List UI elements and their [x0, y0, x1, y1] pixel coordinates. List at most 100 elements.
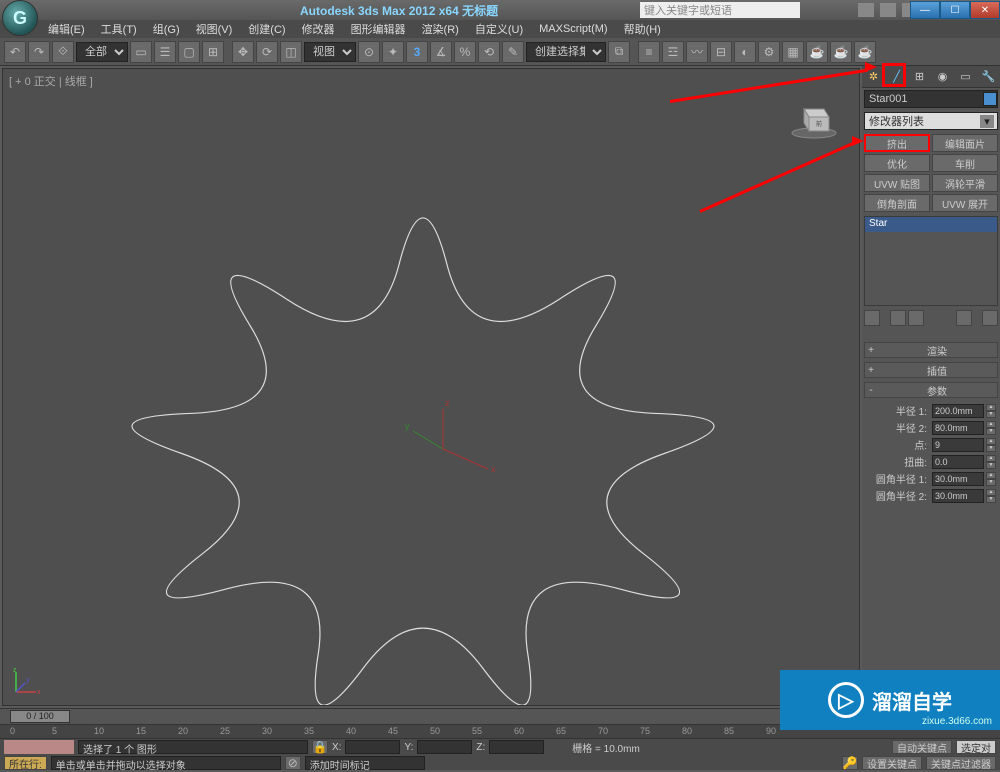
- key-filters-button[interactable]: 关键点过滤器: [926, 756, 996, 770]
- undo-button[interactable]: ↶: [4, 41, 26, 63]
- redo-button[interactable]: ↷: [28, 41, 50, 63]
- object-name-field[interactable]: Star001: [864, 90, 998, 108]
- spinner-snap-button[interactable]: ⟲: [478, 41, 500, 63]
- coord-z-field[interactable]: [489, 740, 544, 754]
- utilities-tab-icon[interactable]: 🔧: [980, 68, 998, 86]
- render-frame-button[interactable]: ▦: [782, 41, 804, 63]
- pivot-button[interactable]: ⊙: [358, 41, 380, 63]
- make-unique-button[interactable]: [908, 310, 924, 326]
- scale-button[interactable]: ◫: [280, 41, 302, 63]
- fillet2-spinner[interactable]: 30.0mm: [932, 489, 984, 503]
- maximize-button[interactable]: ☐: [940, 1, 970, 19]
- display-tab-icon[interactable]: ▭: [957, 68, 975, 86]
- menu-view[interactable]: 视图(V): [188, 21, 241, 37]
- twist-spinner[interactable]: 0.0: [932, 455, 984, 469]
- rollout-render[interactable]: +渲染: [864, 342, 998, 358]
- schematic-button[interactable]: ⊟: [710, 41, 732, 63]
- twist-spinbuttons[interactable]: ▲▼: [986, 455, 996, 469]
- manip-button[interactable]: ✦: [382, 41, 404, 63]
- bevel-profile-button[interactable]: 倒角剖面: [864, 194, 930, 212]
- radius2-spinbuttons[interactable]: ▲▼: [986, 421, 996, 435]
- uvw-map-button[interactable]: UVW 贴图: [864, 174, 930, 192]
- hierarchy-tab-icon[interactable]: ⊞: [911, 68, 929, 86]
- fillet2-spinbuttons[interactable]: ▲▼: [986, 489, 996, 503]
- track-color-swatch[interactable]: [4, 740, 74, 754]
- refcoord-dropdown[interactable]: 视图: [304, 42, 356, 62]
- rotate-button[interactable]: ⟳: [256, 41, 278, 63]
- add-time-tag[interactable]: 添加时间标记: [305, 756, 425, 770]
- menu-help[interactable]: 帮助(H): [616, 21, 669, 37]
- turbosmooth-button[interactable]: 涡轮平滑: [932, 174, 998, 192]
- star-icon[interactable]: [880, 3, 896, 17]
- snap-button[interactable]: 3: [406, 41, 428, 63]
- key-icon[interactable]: 🔑: [842, 756, 858, 770]
- angle-snap-button[interactable]: ∡: [430, 41, 452, 63]
- selected-button[interactable]: 选定对: [956, 740, 996, 754]
- rollout-params[interactable]: -参数: [864, 382, 998, 398]
- modifier-stack[interactable]: Star: [864, 216, 998, 306]
- auto-key-button[interactable]: 自动关键点: [892, 740, 952, 754]
- extrude-button[interactable]: 挤出: [864, 134, 930, 152]
- fillet1-spinner[interactable]: 30.0mm: [932, 472, 984, 486]
- object-color-swatch[interactable]: [983, 92, 997, 106]
- menu-render[interactable]: 渲染(R): [414, 21, 467, 37]
- minimize-button[interactable]: —: [910, 1, 940, 19]
- link-button[interactable]: ⟐: [52, 41, 74, 63]
- menu-grapheditors[interactable]: 图形编辑器: [343, 21, 414, 37]
- viewcube-icon[interactable]: 前: [789, 99, 839, 139]
- motion-tab-icon[interactable]: ◉: [934, 68, 952, 86]
- material-editor-button[interactable]: ◐: [734, 41, 756, 63]
- render-setup-button[interactable]: ⚙: [758, 41, 780, 63]
- points-spinbuttons[interactable]: ▲▼: [986, 438, 996, 452]
- radius1-spinbuttons[interactable]: ▲▼: [986, 404, 996, 418]
- radius1-spinner[interactable]: 200.0mm: [932, 404, 984, 418]
- show-end-result-button[interactable]: [890, 310, 906, 326]
- selection-filter[interactable]: 全部: [76, 42, 128, 62]
- viewport[interactable]: [ + 0 正交 | 线框 ] 前 x y z x: [2, 68, 860, 706]
- rollout-interp[interactable]: +插值: [864, 362, 998, 378]
- select-rect-button[interactable]: ▢: [178, 41, 200, 63]
- lock-icon[interactable]: 🔒: [312, 740, 328, 754]
- uvw-unwrap-button[interactable]: UVW 展开: [932, 194, 998, 212]
- menu-modifiers[interactable]: 修改器: [294, 21, 343, 37]
- curve-editor-button[interactable]: 〰: [686, 41, 708, 63]
- menu-tools[interactable]: 工具(T): [93, 21, 145, 37]
- render-iter-button[interactable]: ☕: [854, 41, 876, 63]
- select-button[interactable]: ▭: [130, 41, 152, 63]
- isolate-icon[interactable]: ⊘: [285, 756, 301, 770]
- menu-edit[interactable]: 编辑(E): [40, 21, 93, 37]
- points-spinner[interactable]: 9: [932, 438, 984, 452]
- named-sel-dropdown[interactable]: 创建选择集: [526, 42, 606, 62]
- menu-customize[interactable]: 自定义(U): [467, 21, 531, 37]
- lathe-button[interactable]: 车削: [932, 154, 998, 172]
- coord-x-field[interactable]: [345, 740, 400, 754]
- align-button[interactable]: ≡: [638, 41, 660, 63]
- render-button[interactable]: ☕: [806, 41, 828, 63]
- edit-patch-button[interactable]: 编辑面片: [932, 134, 998, 152]
- set-key-button[interactable]: 设置关键点: [862, 756, 922, 770]
- mirror-button[interactable]: ⧉: [608, 41, 630, 63]
- menu-create[interactable]: 创建(C): [240, 21, 293, 37]
- edit-named-sel-button[interactable]: ✎: [502, 41, 524, 63]
- percent-snap-button[interactable]: %: [454, 41, 476, 63]
- time-slider-handle[interactable]: 0 / 100: [10, 710, 70, 723]
- window-crossing-button[interactable]: ⊞: [202, 41, 224, 63]
- close-button[interactable]: ✕: [970, 1, 1000, 19]
- maxscript-mini-button[interactable]: 所在行:: [4, 756, 47, 770]
- menu-maxscript[interactable]: MAXScript(M): [531, 23, 615, 35]
- render-prod-button[interactable]: ☕: [830, 41, 852, 63]
- menu-group[interactable]: 组(G): [145, 21, 188, 37]
- coord-y-field[interactable]: [417, 740, 472, 754]
- radius2-spinner[interactable]: 80.0mm: [932, 421, 984, 435]
- configure-sets-button[interactable]: [982, 310, 998, 326]
- remove-modifier-button[interactable]: [956, 310, 972, 326]
- viewport-label[interactable]: [ + 0 正交 | 线框 ]: [9, 73, 93, 89]
- layers-button[interactable]: ☲: [662, 41, 684, 63]
- stack-item-star[interactable]: Star: [865, 217, 997, 232]
- pin-stack-button[interactable]: [864, 310, 880, 326]
- move-button[interactable]: ✥: [232, 41, 254, 63]
- search-input[interactable]: 键入关键字或短语: [640, 2, 800, 18]
- optimize-button[interactable]: 优化: [864, 154, 930, 172]
- select-name-button[interactable]: ☰: [154, 41, 176, 63]
- modifier-list-dropdown[interactable]: 修改器列表: [864, 112, 998, 130]
